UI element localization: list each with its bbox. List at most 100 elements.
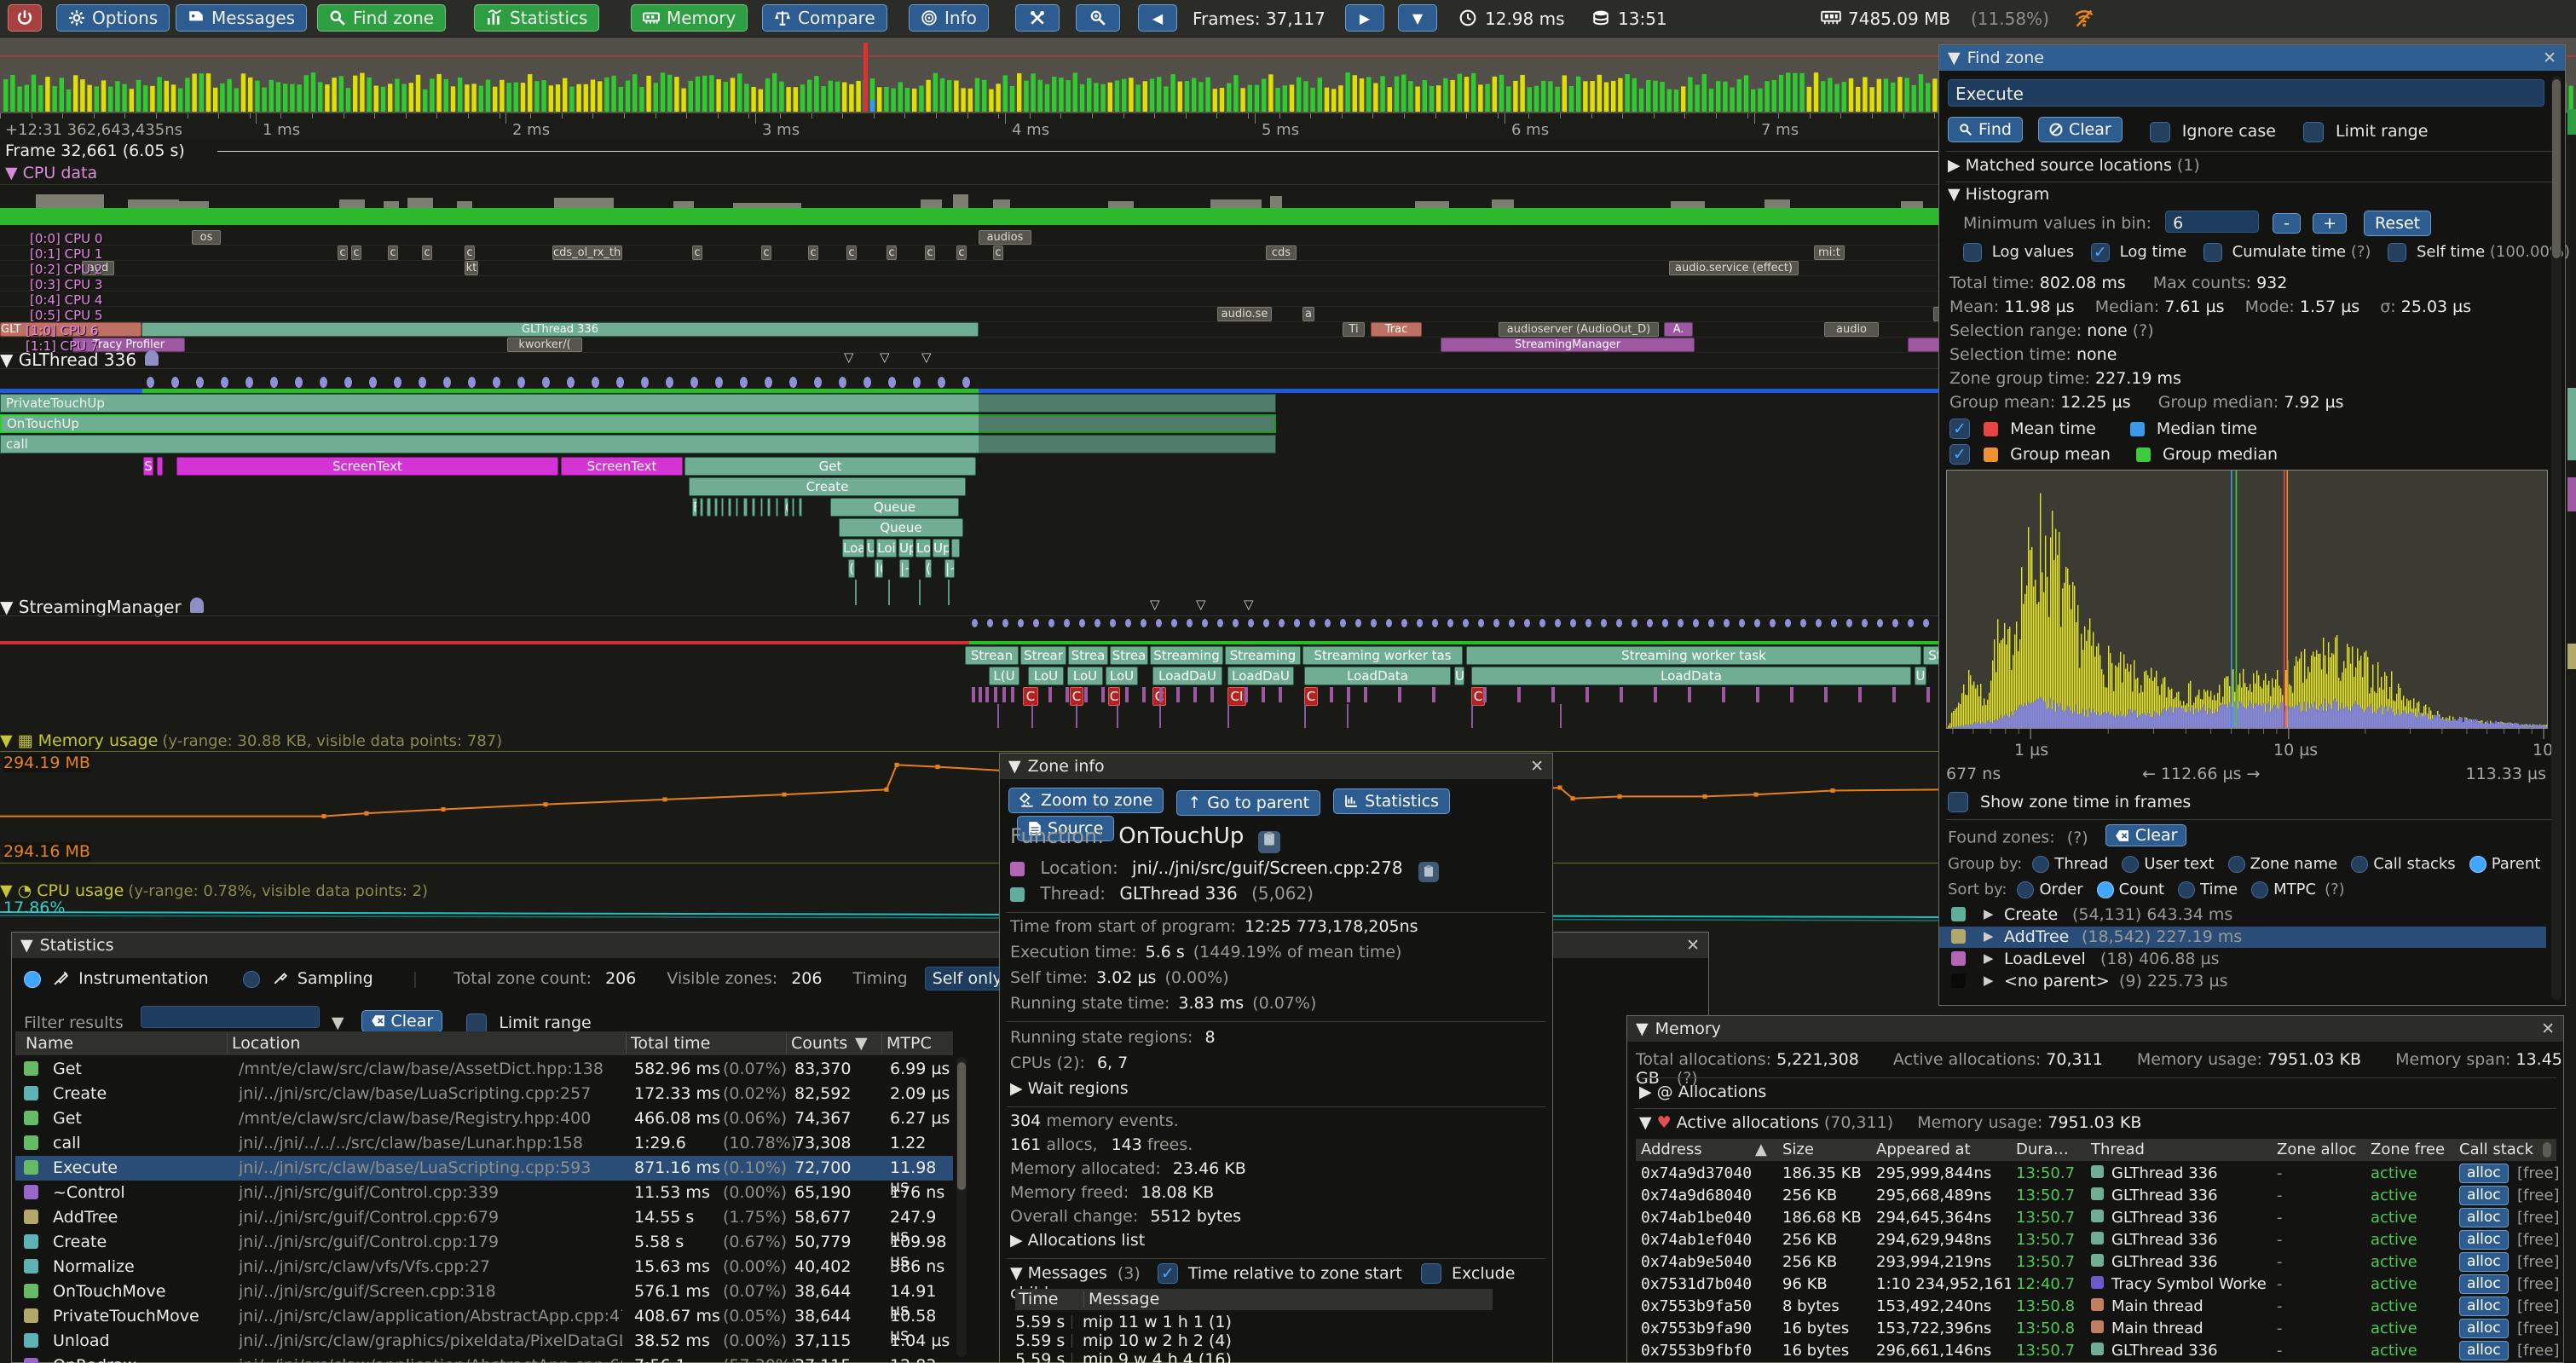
- found-zone-row[interactable]: ▶LoadLevel(18) 406.88 µs: [1939, 949, 2546, 970]
- sample-dot[interactable]: [1187, 619, 1193, 627]
- zone-chip[interactable]: LoadDaU: [1152, 667, 1222, 685]
- show-zone-time-checkbox[interactable]: [1948, 792, 1968, 812]
- cpu-timeline-chip[interactable]: c: [422, 245, 432, 260]
- glthread-header[interactable]: ▼ GLThread 336: [0, 349, 1950, 370]
- mean-time-checkbox[interactable]: ✓: [1949, 419, 1970, 439]
- histogram-toggle[interactable]: ▼ Histogram: [1948, 185, 2049, 204]
- zone-chip[interactable]: [752, 498, 755, 517]
- cpu-timeline-chip[interactable]: c: [465, 245, 475, 260]
- memory-button[interactable]: Memory: [631, 4, 748, 32]
- sample-dot[interactable]: [1371, 619, 1377, 627]
- zone-chip[interactable]: LoU: [1067, 667, 1103, 685]
- power-button[interactable]: [8, 4, 42, 32]
- cpu-timeline-chip[interactable]: c: [761, 245, 771, 260]
- sample-dot[interactable]: [394, 377, 401, 388]
- cpu-usage-band[interactable]: [0, 208, 1950, 225]
- zone-chip[interactable]: C: [1070, 687, 1083, 706]
- message-row[interactable]: 5.59 smip 11 w 1 h 1 (1): [1015, 1313, 1493, 1331]
- zone-chip[interactable]: [728, 498, 731, 517]
- find-button[interactable]: Find: [1948, 117, 2023, 142]
- alloc-callstack-button[interactable]: alloc: [2459, 1341, 2509, 1360]
- zone-chip[interactable]: LoU: [1106, 667, 1138, 685]
- mean-color-swatch[interactable]: [1984, 422, 1998, 436]
- compare-button[interactable]: Compare: [762, 4, 887, 32]
- zone-chip[interactable]: ScreenText: [561, 457, 683, 476]
- zone-chip[interactable]: [736, 498, 738, 517]
- col-zone-free[interactable]: Zone free: [2371, 1141, 2445, 1158]
- sample-dot[interactable]: [245, 377, 253, 388]
- sample-dot[interactable]: [1662, 619, 1668, 627]
- reset-button[interactable]: Reset: [2364, 211, 2431, 236]
- sample-dot[interactable]: [443, 377, 451, 388]
- sample-dot[interactable]: [1862, 619, 1868, 627]
- cpu-plot-header[interactable]: ▼ ◔ CPU usage (y-range: 0.78%, visible d…: [0, 881, 428, 900]
- sample-dot[interactable]: [814, 377, 822, 388]
- zone-chip[interactable]: [767, 498, 771, 517]
- sample-dot[interactable]: [938, 377, 945, 388]
- zone-chip[interactable]: LoadData: [1471, 667, 1911, 685]
- found-zone-row[interactable]: ▶AddTree(18,542) 227.19 ms: [1939, 927, 2546, 948]
- zone-chip[interactable]: Up: [933, 539, 950, 557]
- sample-dot[interactable]: [987, 619, 993, 627]
- memory-plot-header[interactable]: ▼ ▦ Memory usage (y-range: 30.88 KB, vis…: [0, 731, 502, 750]
- sample-dot[interactable]: [1509, 619, 1515, 627]
- cpu-timeline-chip[interactable]: audios: [979, 230, 1031, 245]
- exclude-children-checkbox[interactable]: [1421, 1263, 1441, 1284]
- memory-panel-titlebar[interactable]: ▼Memory ✕: [1627, 1016, 2563, 1042]
- cpu-timeline-chip[interactable]: c: [338, 245, 348, 260]
- zone-chip[interactable]: LoU: [1028, 667, 1064, 685]
- zone-chip[interactable]: Queue: [830, 498, 959, 517]
- col-address[interactable]: Address: [1641, 1141, 1702, 1158]
- group-mean-color-swatch[interactable]: [1984, 448, 1998, 462]
- increment-button[interactable]: +: [2313, 213, 2347, 234]
- cpu-timeline-chip[interactable]: Ti: [1343, 322, 1365, 337]
- sample-dot[interactable]: [1877, 619, 1883, 627]
- sample-dot[interactable]: [1002, 619, 1008, 627]
- sample-dot[interactable]: [1923, 619, 1929, 627]
- find-zone-scrollbar[interactable]: [2551, 76, 2562, 1000]
- fz-limit-range-checkbox[interactable]: [2303, 122, 2324, 142]
- zone-chip[interactable]: U: [1454, 667, 1464, 685]
- col-appeared[interactable]: Appeared at: [1876, 1141, 1971, 1158]
- statistics-button[interactable]: Statistics: [474, 4, 599, 32]
- cpu-timeline-chip[interactable]: a: [1302, 307, 1314, 321]
- sample-dot[interactable]: [1539, 619, 1545, 627]
- zone-statistics-button[interactable]: Statistics: [1333, 788, 1450, 814]
- zoom-search-button[interactable]: [1076, 4, 1120, 32]
- sample-dot[interactable]: [1524, 619, 1530, 627]
- sample-dot[interactable]: [1892, 619, 1898, 627]
- sample-dot[interactable]: [1309, 619, 1315, 627]
- sample-dot[interactable]: [1386, 619, 1392, 627]
- table-row[interactable]: 0x7553b9fbf016 bytes296,661,146ns13:50.7…: [1636, 1340, 2556, 1362]
- filter-clear-button[interactable]: Clear: [361, 1010, 443, 1032]
- group-mean-checkbox[interactable]: ✓: [1949, 444, 1970, 465]
- sample-dot[interactable]: [320, 377, 327, 388]
- cpu-timeline-chip[interactable]: audio.se: [1217, 307, 1272, 321]
- zone-chip[interactable]: [714, 498, 718, 517]
- found-zone-row[interactable]: ▶<no parent>(9) 225.73 µs: [1939, 971, 2546, 992]
- sample-dot[interactable]: [1616, 619, 1622, 627]
- sample-dot[interactable]: [1478, 619, 1484, 627]
- scrollbar-thumb[interactable]: [2543, 1142, 2551, 1158]
- table-row[interactable]: 0x7553b9fa9016 bytes153,722,396ns13:50.8…: [1636, 1318, 2556, 1340]
- alloc-callstack-button[interactable]: alloc: [2459, 1164, 2509, 1183]
- zone-chip[interactable]: |~: [899, 559, 910, 578]
- sample-dot[interactable]: [789, 377, 797, 388]
- sample-dot[interactable]: [690, 377, 698, 388]
- zone-info-titlebar[interactable]: ▼Zone info ✕: [1000, 754, 1552, 779]
- col-location[interactable]: Location: [232, 1034, 300, 1053]
- close-icon[interactable]: ✕: [2543, 49, 2556, 67]
- scrollbar-thumb[interactable]: [2552, 79, 2561, 258]
- table-row[interactable]: 0x74ab1ef040256 KB294,629,948ns13:50.7GL…: [1636, 1229, 2556, 1251]
- sample-dot[interactable]: [1570, 619, 1576, 627]
- zone-marker-icon[interactable]: ▽: [1244, 597, 1254, 612]
- cpu-timeline-chip[interactable]: Trac: [1371, 322, 1422, 337]
- copy-clipboard-button[interactable]: [1258, 831, 1280, 853]
- cpu-timeline-chip[interactable]: c: [956, 245, 967, 260]
- cpu-timeline-chip[interactable]: c: [993, 245, 1003, 260]
- sample-dot[interactable]: [1708, 619, 1714, 627]
- sample-dot[interactable]: [1095, 619, 1100, 627]
- sample-dot[interactable]: [1632, 619, 1637, 627]
- table-row[interactable]: 0x74a9d68040256 KB295,668,489ns13:50.7GL…: [1636, 1185, 2556, 1207]
- zone-chip[interactable]: Strear: [1020, 646, 1066, 665]
